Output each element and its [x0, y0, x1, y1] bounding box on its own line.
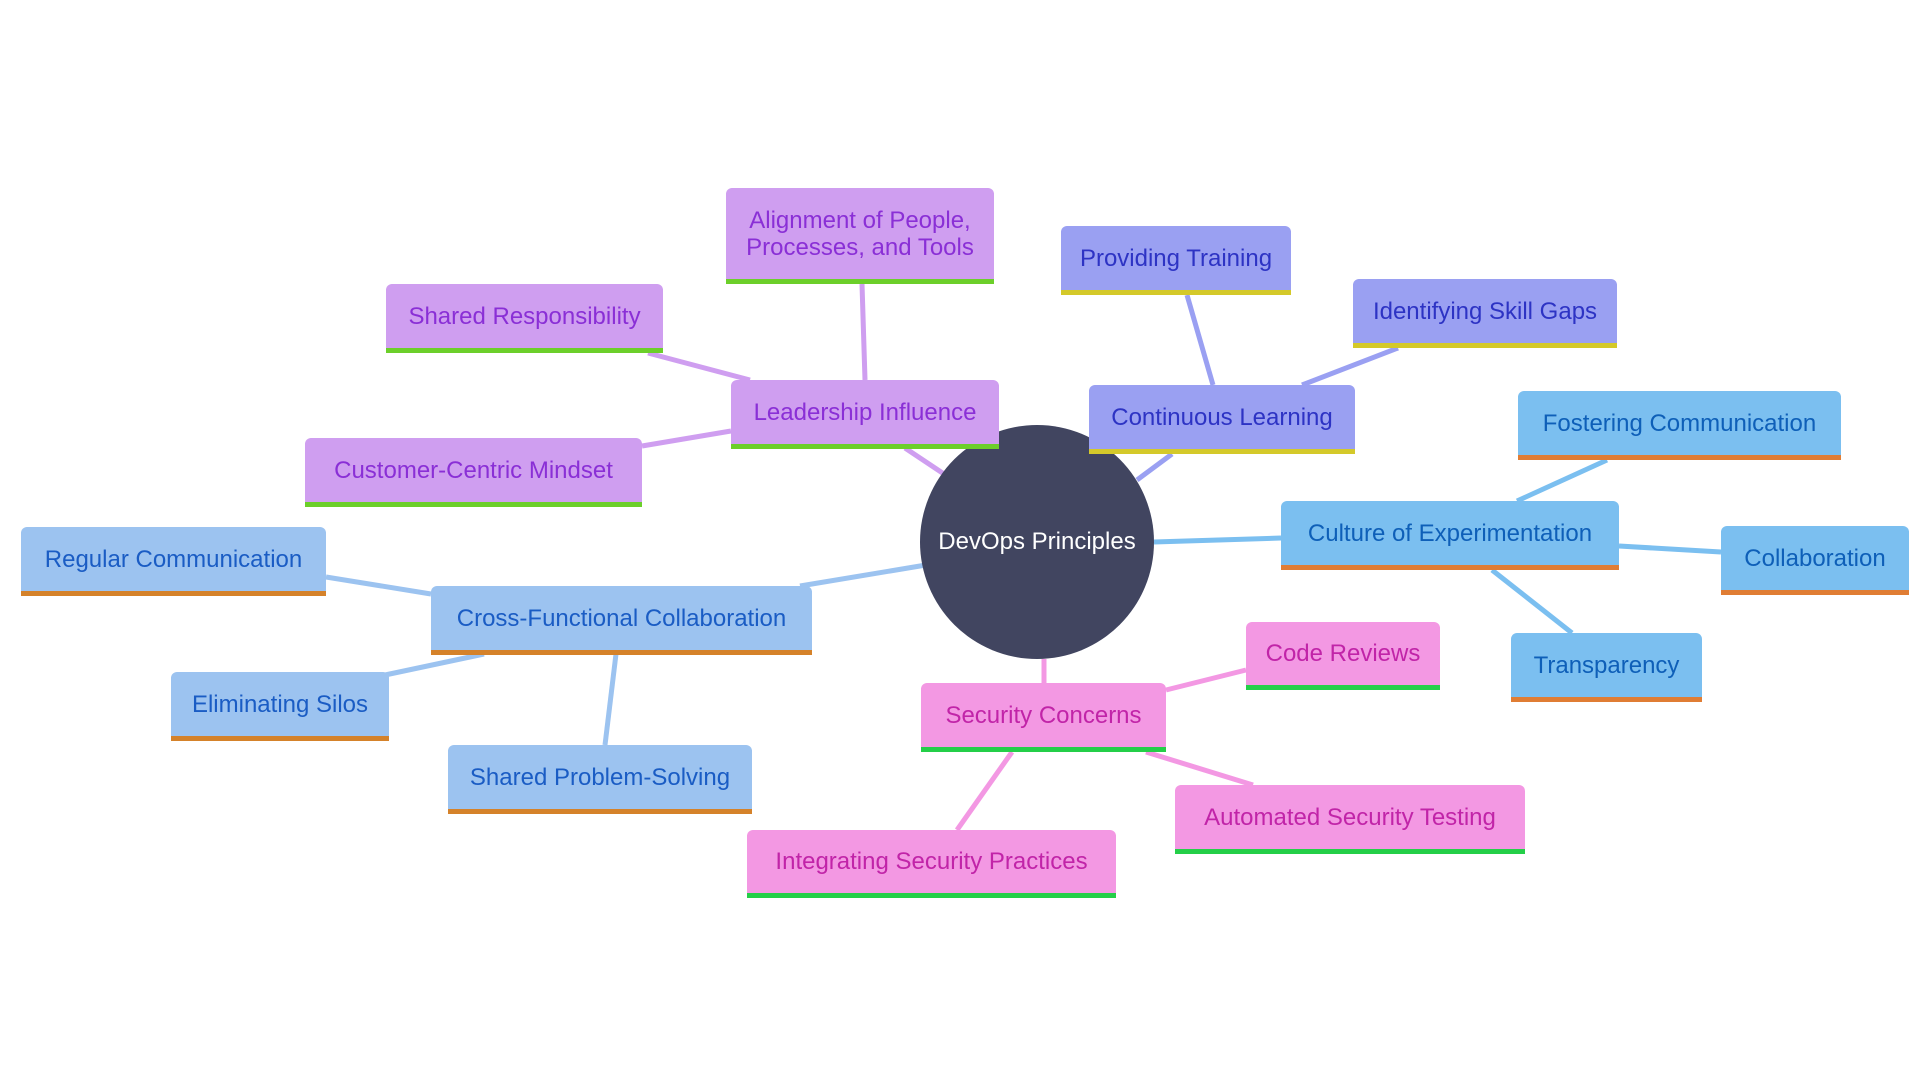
node-label: Fostering Communication [1542, 409, 1817, 437]
edge-collaboration-regular-comm [325, 574, 432, 597]
node-transparency[interactable]: Transparency [1511, 633, 1702, 702]
node-label: Customer-Centric Mindset [334, 456, 613, 484]
root-node-label: DevOps Principles [938, 528, 1136, 555]
node-security-concerns[interactable]: Security Concerns [921, 683, 1166, 752]
node-label: Leadership Influence [753, 398, 977, 426]
edge-root-learning [1135, 451, 1174, 483]
node-cross-functional-collaboration[interactable]: Cross-Functional Collaboration [431, 586, 812, 655]
edge-learning-skill-gaps [1301, 345, 1399, 388]
edge-security-automated [1145, 749, 1254, 788]
node-customer-centric-mindset[interactable]: Customer-Centric Mindset [305, 438, 642, 507]
node-code-reviews[interactable]: Code Reviews [1246, 622, 1440, 690]
node-label: Transparency [1533, 651, 1680, 679]
node-label: Shared Problem-Solving [469, 763, 731, 791]
edge-collaboration-silos [384, 651, 485, 678]
node-label: Shared Responsibility [408, 302, 641, 330]
edge-experimentation-fostering-visible [1515, 457, 1609, 504]
node-label: Integrating Security Practices [775, 848, 1088, 875]
edge-collaboration-problem-solving [602, 653, 619, 746]
edge-leadership-customer-centric [641, 428, 732, 449]
node-label: Culture of Experimentation [1307, 519, 1593, 547]
node-alignment[interactable]: Alignment of People, Processes, and Tool… [726, 188, 994, 284]
node-label: Providing Training [1079, 244, 1273, 272]
node-shared-responsibility[interactable]: Shared Responsibility [386, 284, 663, 353]
node-label: Identifying Skill Gaps [1372, 297, 1598, 325]
edge-leadership-shared-responsibility [647, 350, 751, 383]
node-label: Continuous Learning [1111, 403, 1333, 431]
node-label: Code Reviews [1265, 640, 1421, 667]
node-providing-training[interactable]: Providing Training [1061, 226, 1291, 295]
node-continuous-learning[interactable]: Continuous Learning [1089, 385, 1355, 454]
edge-root-collaboration [799, 562, 927, 589]
node-label: Automated Security Testing [1204, 803, 1496, 831]
node-identifying-skill-gaps[interactable]: Identifying Skill Gaps [1353, 279, 1617, 348]
node-regular-communication[interactable]: Regular Communication [21, 527, 326, 596]
node-label: Regular Communication [44, 545, 303, 573]
edge-leadership-alignment [859, 283, 868, 381]
node-automated-security-testing[interactable]: Automated Security Testing [1175, 785, 1525, 854]
edge-learning-training [1184, 294, 1216, 386]
root-node[interactable]: DevOps Principles [920, 425, 1154, 659]
edge-security-integrating [954, 750, 1015, 832]
node-label: Collaboration [1744, 544, 1886, 572]
edge-security-code-reviews [1165, 667, 1247, 693]
node-eliminating-silos[interactable]: Eliminating Silos [171, 672, 389, 741]
node-label: Eliminating Silos [191, 690, 369, 718]
node-label: Cross-Functional Collaboration [456, 604, 787, 632]
edge-experimentation-transparency [1490, 568, 1574, 635]
node-culture-of-experimentation[interactable]: Culture of Experimentation [1281, 501, 1619, 570]
edge-root-experimentation [1153, 535, 1282, 545]
node-label: Alignment of People, Processes, and Tool… [746, 206, 974, 261]
node-fostering-communication[interactable]: Fostering Communication [1518, 391, 1841, 460]
node-collaboration[interactable]: Collaboration [1721, 526, 1909, 595]
node-leadership-influence[interactable]: Leadership Influence [731, 380, 999, 449]
edge-experimentation-collaboration [1618, 543, 1722, 555]
node-label: Security Concerns [945, 701, 1142, 729]
node-integrating-security-practices[interactable]: Integrating Security Practices [747, 830, 1116, 898]
node-shared-problem-solving[interactable]: Shared Problem-Solving [448, 745, 752, 814]
